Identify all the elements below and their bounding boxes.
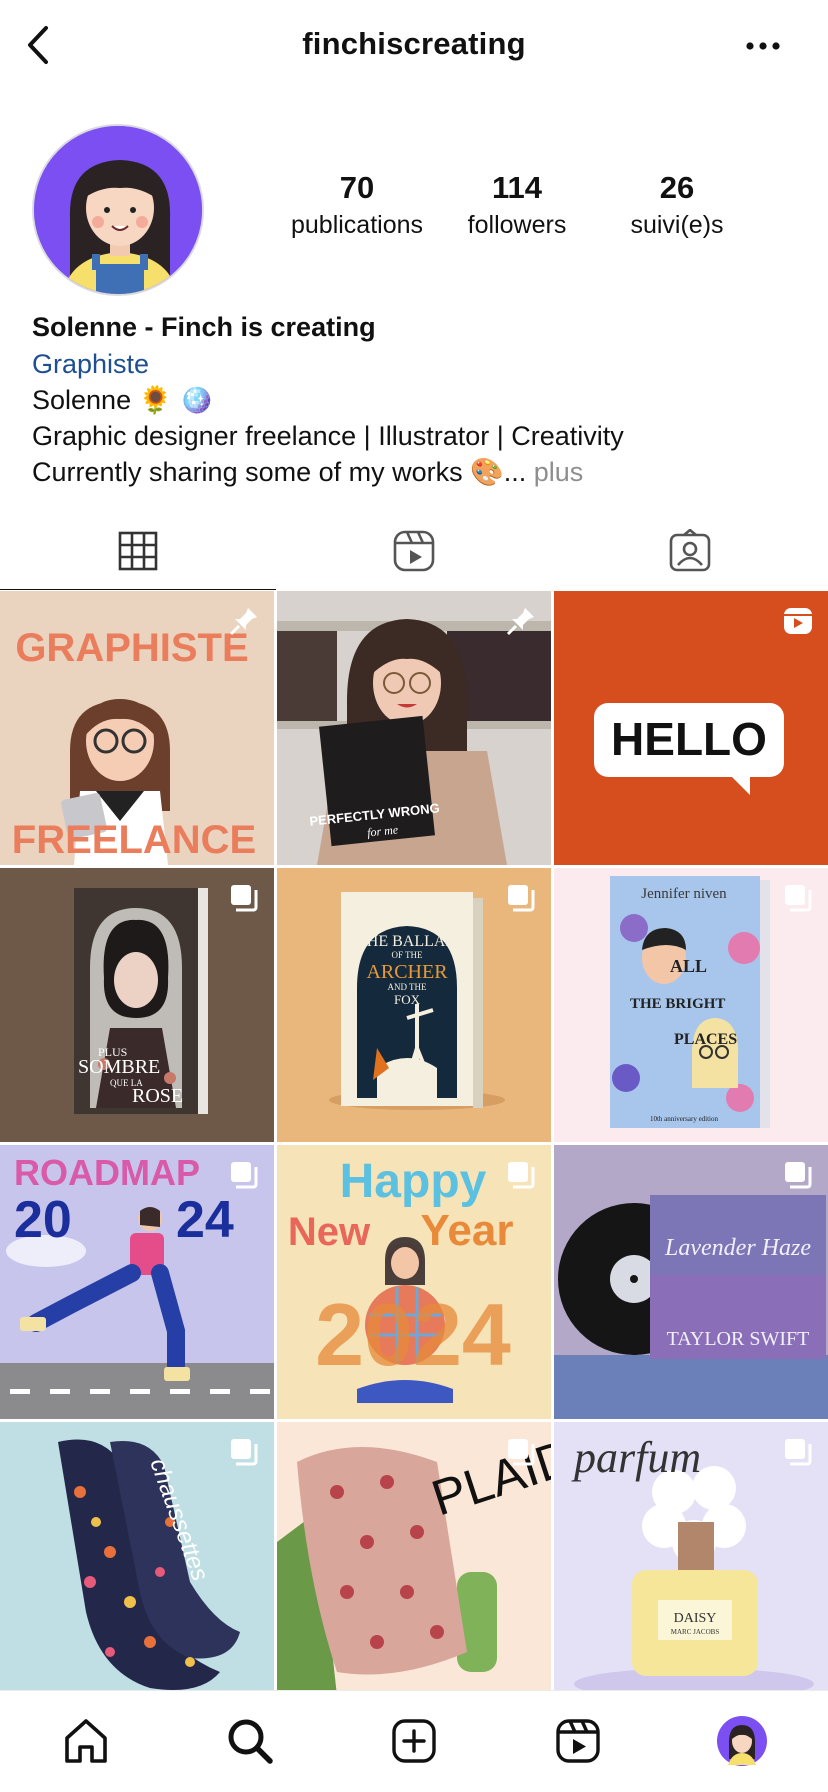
nav-search[interactable]	[222, 1713, 278, 1769]
reels-icon	[556, 1719, 600, 1763]
pin-icon	[229, 608, 257, 636]
post-text: chaussettes	[144, 1455, 213, 1585]
carousel-icon	[231, 885, 258, 912]
carousel-icon	[785, 1162, 812, 1189]
post-text: DAISY	[674, 1611, 717, 1626]
post-text: MARC JACOBS	[671, 1628, 720, 1636]
post-thumbnail[interactable]: chaussettes	[0, 1422, 274, 1696]
create-icon	[392, 1719, 436, 1763]
top-bar: finchiscreating	[0, 0, 828, 92]
carousel-icon	[508, 1162, 535, 1189]
post-text: AND THE	[387, 982, 427, 992]
post-thumbnail[interactable]: PLAID	[277, 1422, 551, 1696]
post-thumbnail[interactable]: Lavender Haze TAYLOR SWIFT	[554, 1145, 828, 1419]
nav-reels[interactable]	[550, 1713, 606, 1769]
display-name: Solenne - Finch is creating	[32, 312, 376, 342]
stat-value: 114	[491, 170, 542, 205]
post-thumbnail[interactable]: Happy New Year 2024	[277, 1145, 551, 1419]
grid-icon	[118, 531, 158, 571]
stat-following[interactable]: 26 suivi(e)s	[592, 168, 762, 242]
post-text: Lavender Haze	[664, 1235, 811, 1261]
tab-tagged[interactable]	[552, 512, 828, 590]
post-thumbnail[interactable]: PLUS SOMBRE QUE LA ROSE	[0, 868, 274, 1142]
post-text: SOMBRE	[78, 1056, 160, 1078]
post-text: ROSE	[132, 1085, 183, 1107]
post-thumbnail[interactable]: parfum DAISY MARC JACOBS	[554, 1422, 828, 1696]
profile-avatar[interactable]	[32, 124, 204, 296]
stat-publications[interactable]: 70 publications	[272, 168, 442, 242]
post-text: New	[288, 1210, 371, 1254]
post-text: PLACES	[674, 1031, 737, 1048]
reels-icon	[393, 530, 435, 572]
carousel-icon	[785, 885, 812, 912]
carousel-icon	[231, 1439, 258, 1466]
profile-avatar-icon	[717, 1716, 767, 1766]
post-thumbnail[interactable]: HELLO	[554, 591, 828, 865]
post-text: TAYLOR SWIFT	[667, 1328, 810, 1350]
stat-followers[interactable]: 114 followers	[432, 168, 602, 242]
stat-value: 26	[659, 170, 695, 205]
post-text: HELLO	[611, 713, 767, 765]
profile-tabs	[0, 512, 828, 590]
stat-value: 70	[339, 170, 375, 205]
post-text: Year	[421, 1206, 514, 1255]
reel-icon	[784, 608, 812, 634]
post-thumbnail[interactable]: ROADMAP 20 24	[0, 1145, 274, 1419]
post-thumbnail[interactable]: GRAPHISTE FREELANCE	[0, 591, 274, 865]
profile-stats: 70 publications 114 followers 26 suivi(e…	[290, 168, 790, 248]
bio-line-3-row: Currently sharing some of my works 🎨... …	[32, 454, 812, 490]
post-text: 24	[176, 1191, 234, 1249]
post-thumbnail[interactable]: THE BALLAD OF THE ARCHER AND THE FOX	[277, 868, 551, 1142]
post-thumbnail[interactable]: Jennifer niven ALL THE BRIGHT PLACES 10t…	[554, 868, 828, 1142]
stat-label: publications	[290, 211, 424, 239]
post-text: Jennifer niven	[641, 886, 727, 902]
post-text: Happy	[340, 1155, 487, 1208]
post-text: 10th anniversary edition	[650, 1115, 719, 1123]
carousel-icon	[231, 1162, 258, 1189]
nav-create[interactable]	[386, 1713, 442, 1769]
post-text: ROADMAP	[14, 1152, 200, 1193]
post-text: 2024	[315, 1285, 511, 1384]
post-text: ALL	[670, 956, 707, 976]
post-text: THE BALLAD	[357, 933, 457, 950]
nav-home[interactable]	[58, 1713, 114, 1769]
profile-username: finchiscreating	[302, 26, 526, 61]
bio-line-1: Solenne 🌻 🪩	[32, 385, 214, 415]
home-icon	[65, 1719, 107, 1763]
pin-icon	[506, 608, 534, 636]
tab-reels[interactable]	[276, 512, 552, 590]
post-text: for me	[366, 822, 399, 839]
bottom-nav	[0, 1690, 828, 1792]
post-text: THE BRIGHT	[630, 996, 725, 1012]
carousel-icon	[785, 1439, 812, 1466]
post-text: FREELANCE	[12, 818, 256, 862]
profile-bio: Solenne - Finch is creating Graphiste So…	[32, 308, 812, 490]
tagged-icon	[669, 529, 711, 572]
tab-posts-grid[interactable]	[0, 512, 276, 590]
carousel-icon	[508, 885, 535, 912]
post-thumbnail[interactable]: PERFECTLY WRONG for me	[277, 591, 551, 865]
bio-more-link[interactable]: plus	[534, 457, 584, 487]
bio-line-3: Currently sharing some of my works 🎨...	[32, 457, 527, 487]
stat-label: followers	[467, 211, 567, 239]
post-text: parfum	[571, 1433, 701, 1482]
post-text: OF THE	[391, 950, 423, 960]
post-text: GRAPHISTE	[15, 626, 248, 670]
bio-line-2: Graphic designer freelance | Illustrator…	[32, 421, 624, 451]
nav-profile[interactable]	[714, 1713, 770, 1769]
post-text: ARCHER	[366, 961, 448, 983]
search-icon	[228, 1719, 273, 1764]
profile-category: Graphiste	[32, 349, 150, 379]
post-text: 20	[14, 1191, 72, 1249]
stat-label: suivi(e)s	[630, 211, 724, 239]
more-options-icon[interactable]	[738, 26, 788, 66]
post-text: FOX	[394, 992, 421, 1007]
carousel-icon	[508, 1439, 535, 1466]
